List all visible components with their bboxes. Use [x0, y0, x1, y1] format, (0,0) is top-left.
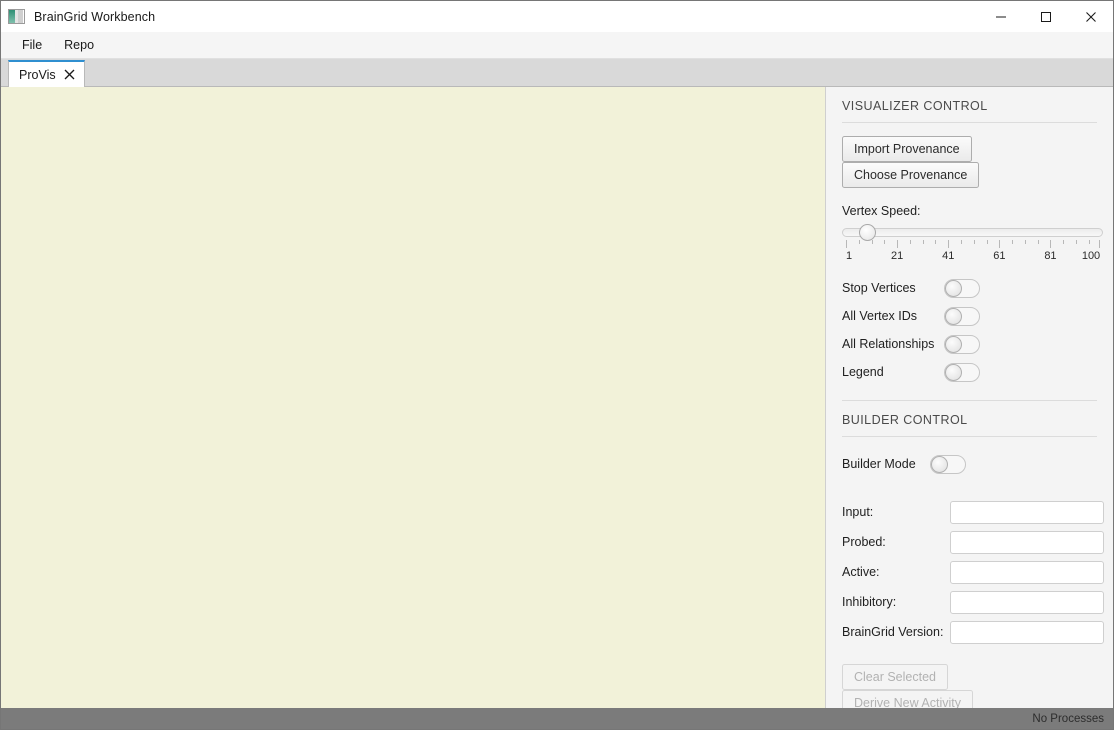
menu-item-repo[interactable]: Repo [53, 34, 105, 56]
label-inhibitory: Inhibitory: [842, 595, 897, 609]
toggle-stop-vertices[interactable] [944, 278, 980, 298]
tab-label: ProVis [19, 67, 56, 82]
slider-ticks [842, 240, 1103, 249]
toggle-row-all-relationships: All Relationships [842, 330, 1097, 358]
visualizer-toggles: Stop Vertices All Vertex IDs All Relatio… [842, 274, 1097, 386]
builder-action-buttons: Clear Selected Derive New Activity [842, 664, 1097, 708]
provenance-buttons: Import Provenance Choose Provenance [842, 136, 1097, 188]
toggle-row-builder-mode: Builder Mode [842, 450, 1097, 478]
close-icon[interactable] [1068, 1, 1113, 32]
slider-tick [858, 240, 860, 244]
slider-tick [961, 240, 962, 244]
active-field[interactable] [950, 560, 1104, 584]
slider-tick [1012, 240, 1014, 244]
slider-tick [1063, 240, 1065, 244]
title-bar: BrainGrid Workbench [1, 1, 1113, 32]
slider-tick [1088, 240, 1090, 244]
form-row-active: Active: [842, 557, 1104, 587]
provenance-canvas[interactable] [1, 87, 826, 708]
menu-item-file[interactable]: File [11, 34, 53, 56]
visualizer-section-title: VISUALIZER CONTROL [842, 99, 988, 113]
toggle-legend[interactable] [944, 362, 980, 382]
toggle-all-relationships[interactable] [944, 334, 980, 354]
visualizer-divider [842, 122, 1097, 123]
status-text: No Processes [1032, 712, 1104, 725]
builder-divider [842, 436, 1097, 437]
slider-tick [871, 240, 873, 244]
maximize-icon[interactable] [1023, 1, 1068, 32]
choose-provenance-button[interactable]: Choose Provenance [842, 162, 980, 188]
slider-tick [1024, 240, 1026, 244]
window-controls [978, 1, 1113, 32]
slider-tick [922, 240, 924, 244]
menu-bar: File Repo [1, 32, 1113, 59]
slider-scale-label: 100 [1081, 250, 1101, 262]
toggle-row-legend: Legend [842, 358, 1097, 386]
braingrid-version-field[interactable] [950, 620, 1104, 644]
slider-tick [1050, 240, 1052, 248]
toggle-row-stop-vertices: Stop Vertices [842, 274, 1097, 302]
inhibitory-field[interactable] [950, 590, 1104, 614]
form-row-braingrid-version: BrainGrid Version: [842, 617, 1104, 647]
slider-tick [1099, 240, 1100, 248]
toggle-label-builder-mode: Builder Mode [842, 457, 916, 471]
toggle-row-all-vertex-ids: All Vertex IDs [842, 302, 1097, 330]
label-active: Active: [842, 565, 880, 579]
slider-tick [948, 240, 950, 248]
slider-track[interactable] [842, 224, 1103, 241]
body-split: VISUALIZER CONTROL Import Provenance Cho… [1, 87, 1113, 708]
slider-tick [909, 240, 911, 244]
toggle-builder-mode[interactable] [930, 454, 966, 474]
toggle-all-vertex-ids[interactable] [944, 306, 980, 326]
slider-tick [846, 240, 847, 248]
slider-scale-label: 61 [993, 250, 1006, 262]
app-image-icon [8, 9, 25, 24]
clear-selected-button[interactable]: Clear Selected [842, 664, 948, 690]
builder-section-title: BUILDER CONTROL [842, 413, 968, 427]
label-braingrid-version: BrainGrid Version: [842, 625, 944, 639]
derive-new-activity-button[interactable]: Derive New Activity [842, 690, 973, 708]
slider-tick [999, 240, 1001, 248]
status-bar: No Processes [1, 708, 1113, 729]
toggle-label-legend: Legend [842, 365, 884, 379]
minimize-icon[interactable] [978, 1, 1023, 32]
form-row-input: Input: [842, 497, 1104, 527]
slider-knob[interactable] [859, 224, 877, 241]
slider-scale: 1 21 41 61 81 100 [842, 250, 1103, 264]
probed-field[interactable] [950, 530, 1104, 554]
slider-tick [884, 240, 886, 244]
slider-tick [973, 240, 975, 244]
slider-tick [986, 240, 988, 244]
form-row-inhibitory: Inhibitory: [842, 587, 1104, 617]
toggle-label-all-relationships: All Relationships [842, 337, 935, 351]
control-panel: VISUALIZER CONTROL Import Provenance Cho… [826, 87, 1113, 708]
label-probed: Probed: [842, 535, 886, 549]
input-field[interactable] [950, 500, 1104, 524]
tab-close-icon[interactable] [63, 68, 76, 81]
slider-scale-label: 1 [845, 250, 853, 262]
slider-tick [1076, 240, 1077, 244]
slider-tick [1037, 240, 1039, 244]
label-input: Input: [842, 505, 874, 519]
toggle-label-stop-vertices: Stop Vertices [842, 281, 916, 295]
tab-provis[interactable]: ProVis [8, 60, 85, 87]
toggle-label-all-vertex-ids: All Vertex IDs [842, 309, 918, 323]
tab-bar: ProVis [1, 59, 1113, 87]
vertex-speed-slider[interactable]: 1 21 41 61 81 100 [842, 224, 1103, 264]
window-title: BrainGrid Workbench [34, 9, 156, 24]
slider-scale-label: 41 [942, 250, 955, 262]
slider-scale-label: 81 [1044, 250, 1057, 262]
builder-form: Input: Probed: Active: Inhibitory: Brain… [842, 497, 1104, 647]
slider-scale-label: 21 [890, 250, 904, 262]
form-row-probed: Probed: [842, 527, 1104, 557]
vertex-speed-label: Vertex Speed: [842, 204, 921, 218]
import-provenance-button[interactable]: Import Provenance [842, 136, 972, 162]
application-window: BrainGrid Workbench File Repo ProVis VIS… [0, 0, 1114, 730]
slider-tick [897, 240, 899, 248]
slider-tick [935, 240, 937, 244]
